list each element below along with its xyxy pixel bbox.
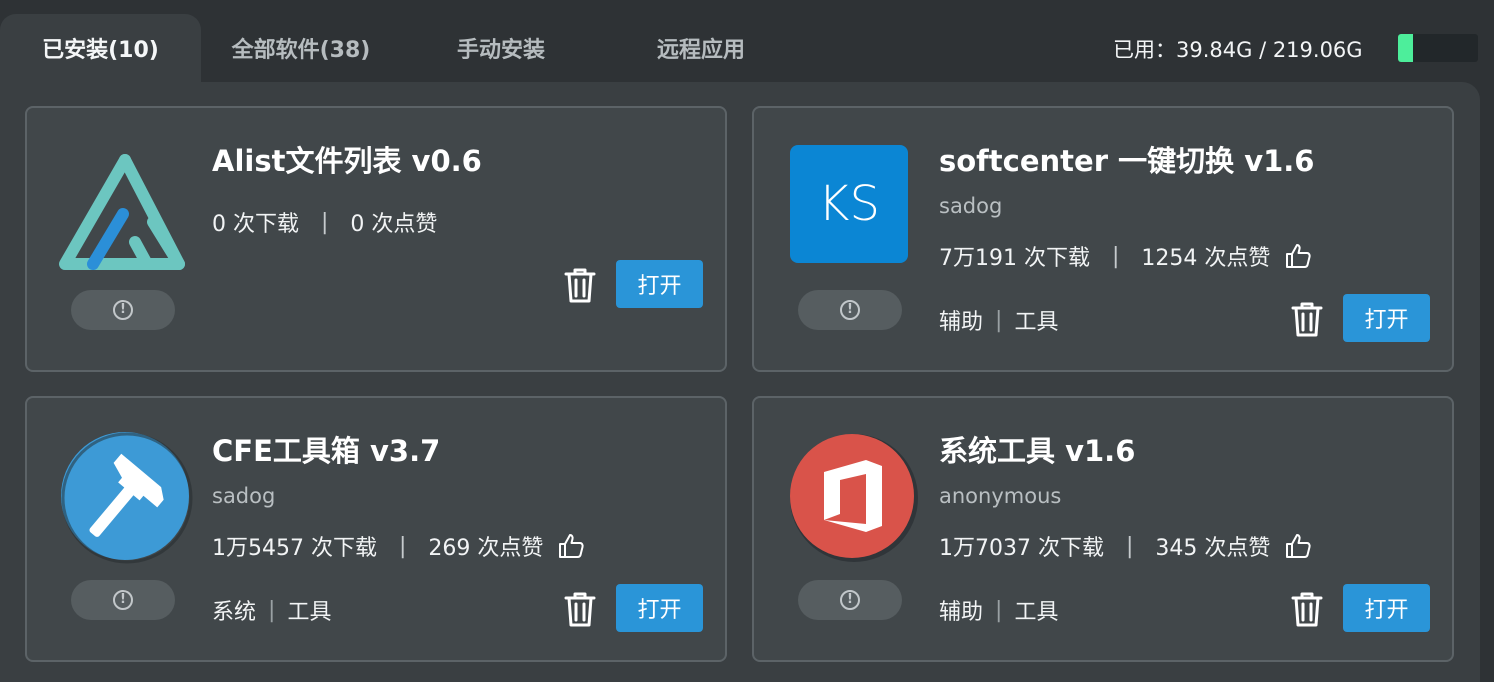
open-button[interactable]: 打开	[1343, 294, 1430, 342]
app-title: CFE工具箱 v3.7	[212, 434, 441, 468]
app-card-system-tools: ! 系统工具 v1.6 anonymous 1万7037 次下载 | 345 次…	[752, 396, 1454, 662]
app-stats: 1万5457 次下载 | 269 次点赞	[212, 530, 585, 562]
tag-divider: |	[995, 597, 1003, 623]
tab-manual-install[interactable]: 手动安装	[401, 14, 601, 82]
app-title: softcenter 一键切换 v1.6	[939, 144, 1315, 178]
stats-divider: |	[1111, 243, 1120, 269]
trash-icon[interactable]	[1290, 590, 1324, 628]
app-title: 系统工具 v1.6	[939, 434, 1136, 468]
stats-divider: |	[1125, 533, 1134, 559]
like-count: 269 次点赞	[428, 536, 544, 561]
info-icon: !	[113, 590, 133, 610]
app-title: Alist文件列表 v0.6	[212, 144, 482, 178]
open-button[interactable]: 打开	[616, 584, 703, 632]
app-tags: 辅助 | 工具	[939, 304, 1058, 336]
tag[interactable]: 辅助	[939, 594, 983, 626]
tab-all-software[interactable]: 全部软件(38)	[201, 14, 401, 82]
app-tags: 系统 | 工具	[212, 594, 331, 626]
app-stats: 7万191 次下载 | 1254 次点赞	[939, 240, 1312, 272]
thumbs-up-icon[interactable]	[557, 532, 585, 560]
trash-icon[interactable]	[563, 590, 597, 628]
tag[interactable]: 工具	[1014, 304, 1058, 336]
tab-installed[interactable]: 已安装(10)	[0, 14, 201, 82]
tag[interactable]: 工具	[1014, 594, 1058, 626]
ks-logo-icon: KS	[790, 145, 908, 263]
info-icon: !	[840, 300, 860, 320]
office-logo-icon	[784, 428, 920, 564]
app-stats: 1万7037 次下载 | 345 次点赞	[939, 530, 1312, 562]
app-author: sadog	[939, 194, 1003, 218]
info-button[interactable]: !	[71, 580, 175, 620]
app-stats: 0 次下载 | 0 次点赞	[212, 206, 437, 238]
app-card-softcenter: KS ! softcenter 一键切换 v1.6 sadog 7万191 次下…	[752, 106, 1454, 372]
like-count: 0 次点赞	[350, 212, 438, 237]
like-count: 345 次点赞	[1155, 536, 1271, 561]
download-count: 1万5457 次下载	[212, 536, 377, 561]
tab-remote-apps[interactable]: 远程应用	[601, 14, 801, 82]
tag[interactable]: 工具	[287, 594, 331, 626]
app-author: sadog	[212, 484, 276, 508]
tag[interactable]: 系统	[212, 594, 256, 626]
download-count: 1万7037 次下载	[939, 536, 1104, 561]
info-button[interactable]: !	[798, 580, 902, 620]
download-count: 0 次下载	[212, 212, 299, 237]
thumbs-up-icon[interactable]	[1284, 532, 1312, 560]
storage-usage-fill	[1398, 34, 1413, 62]
alist-logo-icon	[57, 138, 193, 274]
storage-usage-text: 已用：39.84G / 219.06G	[1113, 38, 1363, 62]
info-icon: !	[840, 590, 860, 610]
stats-divider: |	[398, 533, 407, 559]
info-button[interactable]: !	[71, 290, 175, 330]
storage-usage-bar	[1398, 34, 1478, 62]
hammer-icon	[57, 428, 193, 564]
open-button[interactable]: 打开	[1343, 584, 1430, 632]
tag-divider: |	[995, 307, 1003, 333]
open-button[interactable]: 打开	[616, 260, 703, 308]
info-button[interactable]: !	[798, 290, 902, 330]
app-author: anonymous	[939, 484, 1062, 508]
app-tags: 辅助 | 工具	[939, 594, 1058, 626]
info-icon: !	[113, 300, 133, 320]
stats-divider: |	[321, 209, 329, 235]
installed-apps-panel: ! Alist文件列表 v0.6 0 次下载 | 0 次点赞 打开 KS ! s…	[0, 82, 1480, 682]
download-count: 7万191 次下载	[939, 246, 1090, 271]
trash-icon[interactable]	[563, 266, 597, 304]
ks-logo-text: KS	[818, 176, 880, 232]
trash-icon[interactable]	[1290, 300, 1324, 338]
like-count: 1254 次点赞	[1141, 246, 1271, 271]
app-card-cfe: ! CFE工具箱 v3.7 sadog 1万5457 次下载 | 269 次点赞…	[25, 396, 727, 662]
tab-bar: 已安装(10) 全部软件(38) 手动安装 远程应用 已用：39.84G / 2…	[0, 0, 1494, 82]
tag[interactable]: 辅助	[939, 304, 983, 336]
app-card-alist: ! Alist文件列表 v0.6 0 次下载 | 0 次点赞 打开	[25, 106, 727, 372]
tag-divider: |	[268, 597, 276, 623]
thumbs-up-icon[interactable]	[1284, 242, 1312, 270]
